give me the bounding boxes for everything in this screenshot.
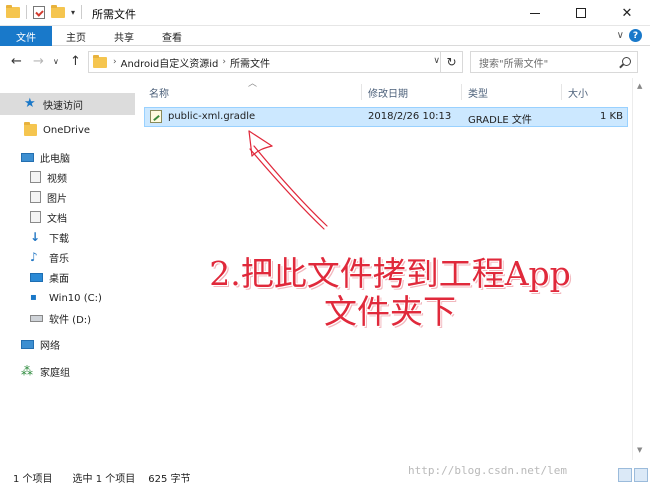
large-icons-view-icon[interactable] <box>634 468 648 482</box>
watermark: http://blog.csdn.net/lem <box>408 464 567 477</box>
view-buttons <box>618 468 648 482</box>
annotation-line-2: 文件夹下 <box>324 292 456 331</box>
annotation-line-1: 2.把此文件拷到工程App <box>209 254 571 293</box>
status-selected: 选中 1 个项目 <box>72 473 136 485</box>
status-item-count: 1 个项目 <box>13 473 53 485</box>
annotation-text: 2.把此文件拷到工程App 文件夹下 <box>200 255 580 331</box>
annotation-arrow <box>248 130 328 230</box>
details-view-icon[interactable] <box>618 468 632 482</box>
status-size: 625 字节 <box>148 473 191 485</box>
